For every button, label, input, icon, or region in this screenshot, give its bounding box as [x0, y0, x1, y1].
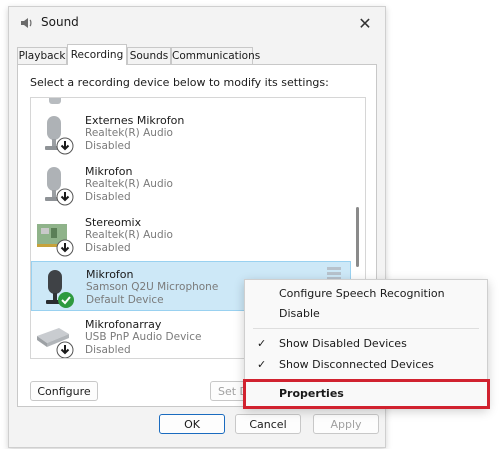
- check-icon: ✓: [257, 358, 267, 371]
- device-status: Disabled: [85, 191, 131, 203]
- instruction-text: Select a recording device below to modif…: [30, 76, 329, 89]
- configure-button[interactable]: Configure: [30, 381, 98, 401]
- microphone-array-disabled-icon: [37, 328, 74, 358]
- menu-item-configure-speech[interactable]: Configure Speech Recognition: [245, 284, 487, 304]
- menu-item-show-disconnected[interactable]: ✓ Show Disconnected Devices: [245, 355, 487, 375]
- device-name: Mikrofon: [85, 165, 133, 178]
- device-driver: USB PnP Audio Device: [85, 331, 202, 343]
- menu-item-label: Disable: [279, 307, 320, 320]
- device-status: Default Device: [86, 294, 164, 306]
- device-name: Externes Mikrofon: [85, 114, 185, 127]
- device-status: Disabled: [85, 242, 131, 254]
- close-icon: ✕: [358, 13, 372, 33]
- device-name: Stereomix: [85, 216, 142, 229]
- microphone-disabled-icon: [45, 116, 74, 155]
- ok-button[interactable]: OK: [159, 414, 225, 434]
- device-driver: Realtek(R) Audio: [85, 178, 173, 190]
- cancel-button[interactable]: Cancel: [235, 414, 301, 434]
- menu-item-label: Show Disabled Devices: [279, 337, 407, 350]
- menu-separator: [253, 328, 479, 329]
- tab-playback[interactable]: Playback: [17, 47, 67, 64]
- device-status: Disabled: [85, 140, 131, 152]
- device-driver: Samson Q2U Microphone: [86, 281, 219, 293]
- highlight-annotation: [243, 379, 490, 409]
- device-status: Disabled: [85, 344, 131, 356]
- device-name: Mikrofon: [86, 268, 134, 281]
- menu-item-show-disabled[interactable]: ✓ Show Disabled Devices: [245, 334, 487, 354]
- sound-card-disabled-icon: [37, 224, 74, 257]
- microphone-disabled-icon: [45, 167, 74, 206]
- list-item[interactable]: Externes Mikrofon Realtek(R) Audio Disab…: [31, 108, 351, 158]
- device-driver: Realtek(R) Audio: [85, 229, 173, 241]
- title-bar: Sound ✕: [9, 7, 385, 39]
- window-title: Sound: [41, 15, 79, 29]
- tab-recording[interactable]: Recording: [67, 44, 127, 65]
- list-item[interactable]: Stereomix Realtek(R) Audio Disabled: [31, 210, 351, 260]
- apply-button[interactable]: Apply: [313, 414, 379, 434]
- microphone-default-icon: [46, 270, 74, 308]
- scrollbar-thumb[interactable]: [356, 207, 359, 267]
- menu-item-label: Configure Speech Recognition: [279, 287, 445, 300]
- list-item[interactable]: Mikrofon Realtek(R) Audio Disabled: [31, 159, 351, 209]
- menu-item-disable[interactable]: Disable: [245, 304, 487, 324]
- device-name: Mikrofonarray: [85, 318, 162, 331]
- microphone-icon: [49, 98, 61, 104]
- menu-item-label: Show Disconnected Devices: [279, 358, 434, 371]
- close-button[interactable]: ✕: [345, 7, 385, 39]
- tab-communications[interactable]: Communications: [171, 47, 260, 64]
- device-driver: Realtek(R) Audio: [85, 127, 173, 139]
- check-icon: ✓: [257, 337, 267, 350]
- tab-sounds[interactable]: Sounds: [127, 47, 171, 64]
- speaker-icon: [21, 18, 32, 28]
- list-item[interactable]: [31, 98, 351, 108]
